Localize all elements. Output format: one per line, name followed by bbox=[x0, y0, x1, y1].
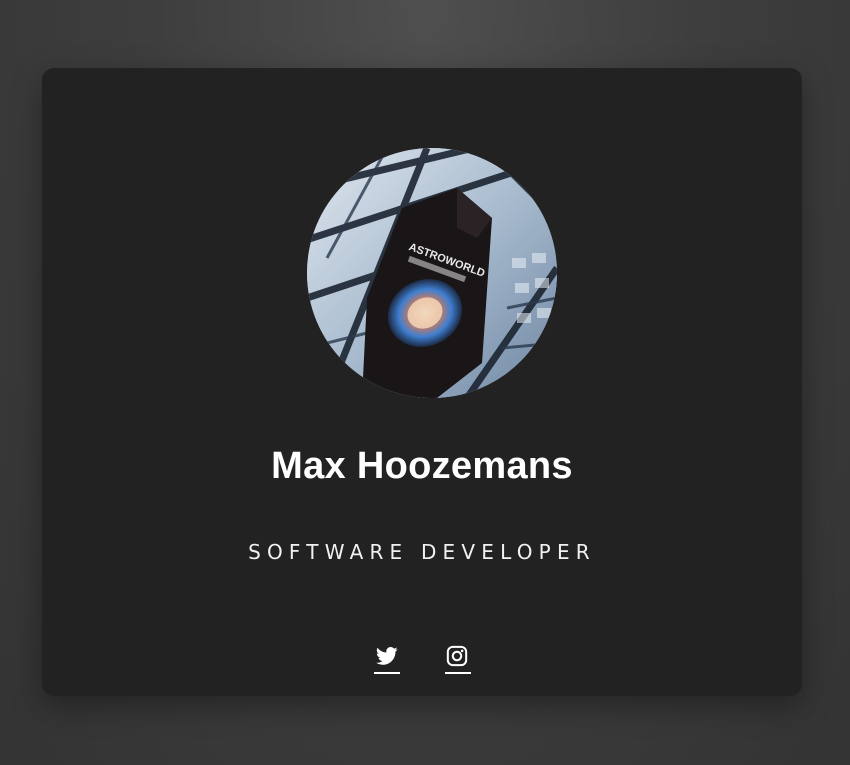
twitter-link[interactable] bbox=[374, 644, 400, 674]
twitter-icon bbox=[376, 646, 398, 665]
avatar-photo: ASTROWORLD bbox=[307, 148, 557, 398]
profile-name: Max Hoozemans bbox=[271, 445, 573, 487]
instagram-link[interactable] bbox=[445, 644, 471, 674]
twitter-underline bbox=[374, 672, 400, 674]
social-links bbox=[42, 644, 802, 676]
profile-card: ASTROWORLD Max Hoozemans SOFTWARE DEVELO… bbox=[42, 68, 802, 696]
profile-role: SOFTWARE DEVELOPER bbox=[248, 540, 596, 564]
instagram-icon bbox=[446, 645, 468, 667]
instagram-underline bbox=[445, 672, 471, 674]
avatar: ASTROWORLD bbox=[307, 148, 557, 398]
